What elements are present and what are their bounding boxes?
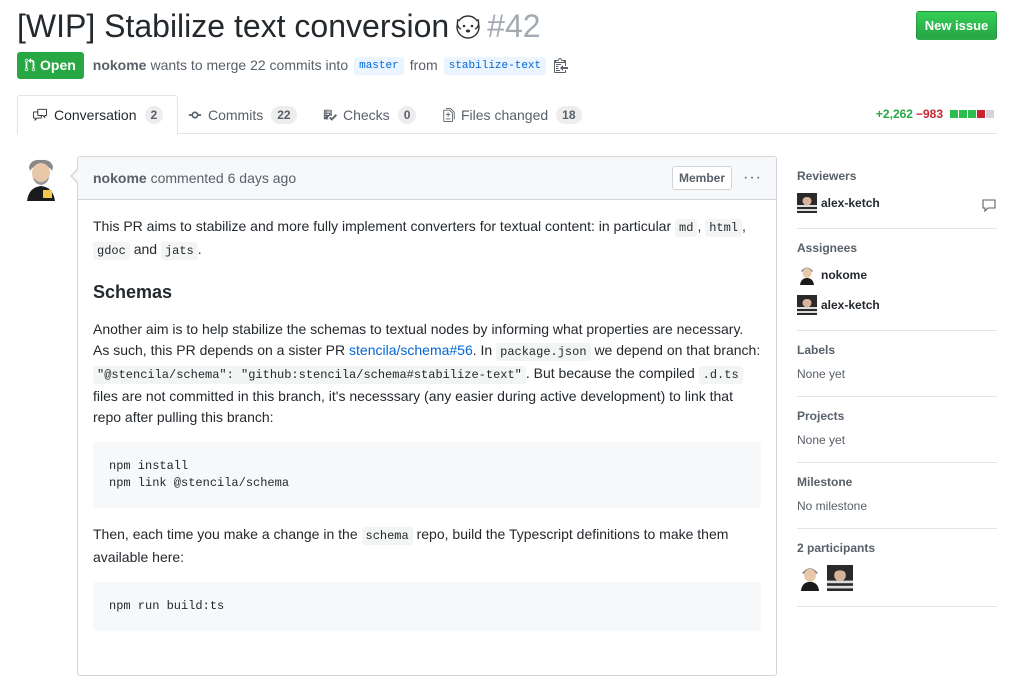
inline-code: schema [361, 527, 413, 545]
tab-counter: 2 [144, 106, 164, 124]
tab-label: Checks [343, 106, 390, 123]
file-diff-icon [443, 107, 455, 122]
diffstat: +2,262 −983 [876, 107, 994, 121]
code-block-build: npm run build:ts [93, 582, 761, 631]
participants-section: 2 participants [797, 529, 997, 607]
comment-icon [981, 197, 997, 216]
state-label: Open [40, 57, 76, 73]
tab-counter: 22 [271, 105, 297, 124]
merge-text: wants to merge 22 commits into [150, 57, 349, 73]
reviewers-section: Reviewers alex-ketch [797, 157, 997, 229]
labels-section: Labels None yet [797, 331, 997, 397]
git-commit-icon [188, 111, 202, 118]
assignees-title[interactable]: Assignees [797, 241, 997, 255]
milestone-title[interactable]: Milestone [797, 475, 997, 489]
pr-header: [WIP] Stabilize text conversion #42 New i… [17, 4, 997, 48]
text: , [697, 218, 702, 234]
text: . But because the compiled [525, 365, 695, 381]
base-branch[interactable]: master [354, 57, 404, 75]
schema-pr-link[interactable]: stencila/schema#56 [349, 342, 473, 358]
pr-tabs: Conversation 2 Commits 22 Checks 0 Files… [17, 95, 997, 135]
assignee-item[interactable]: nokome [797, 265, 997, 285]
text: Then, each time you make a change in the [93, 526, 358, 542]
assignee-item[interactable]: alex-ketch [797, 295, 997, 315]
text: . In [472, 342, 493, 358]
tab-label: Files changed [461, 106, 549, 123]
checklist-icon [323, 109, 337, 121]
inline-code: package.json [496, 343, 591, 361]
avatar [797, 265, 817, 285]
tab-counter: 0 [397, 105, 417, 124]
assignee-name: nokome [821, 268, 868, 282]
tab-commits[interactable]: Commits 22 [174, 95, 311, 134]
text: . [197, 241, 202, 257]
projects-value: None yet [797, 433, 846, 447]
head-branch[interactable]: stabilize-text [443, 57, 547, 75]
author-link[interactable]: nokome [93, 57, 147, 73]
participants-title: 2 participants [797, 541, 876, 555]
assignee-name: alex-ketch [821, 298, 880, 312]
member-badge: Member [671, 166, 732, 190]
clipboard-icon[interactable] [554, 57, 569, 76]
git-pull-request-icon [24, 58, 36, 72]
inline-code: .d.ts [698, 366, 743, 384]
text: This PR aims to stabilize and more fully… [93, 218, 672, 234]
projects-title[interactable]: Projects [797, 409, 997, 423]
pr-title-text: [WIP] Stabilize text conversion [17, 8, 450, 44]
comment-author-avatar[interactable] [21, 157, 61, 201]
dog-face-emoji-icon [453, 8, 483, 39]
avatar [797, 295, 817, 315]
comment-body: This PR aims to stabilize and more fully… [78, 200, 776, 631]
inline-code: gdoc [93, 242, 130, 260]
additions-count: +2,262 [875, 107, 913, 121]
tab-label: Conversation [54, 107, 137, 123]
more-options-icon[interactable]: ··· [743, 157, 762, 199]
inline-code: "@stencila/schema": "github:stencila/sch… [93, 366, 526, 384]
code-block-install: npm install npm link @stencila/schema [93, 442, 761, 508]
comment-header: nokome commented 6 days ago Member ··· [78, 157, 776, 200]
schemas-heading: Schemas [93, 282, 173, 302]
comment-box: nokome commented 6 days ago Member ··· T… [70, 156, 777, 676]
labels-value: None yet [797, 367, 846, 381]
comment-timestamp[interactable]: commented 6 days ago [151, 170, 297, 186]
participant-avatar[interactable] [827, 565, 853, 591]
avatar [797, 193, 817, 213]
state-badge: Open [17, 51, 84, 79]
tab-counter: 18 [556, 105, 582, 124]
assignees-section: Assignees nokome alex-ketch [797, 229, 997, 331]
from-text: from [409, 57, 438, 73]
paragraph-build: Then, each time you make a change in the… [93, 524, 761, 568]
milestone-value: No milestone [797, 499, 868, 513]
comment-author[interactable]: nokome [93, 170, 147, 186]
comment-discussion-icon [33, 108, 47, 122]
inline-code: md [675, 219, 698, 237]
new-issue-button[interactable]: New issue [916, 11, 997, 40]
sidebar: Reviewers alex-ketch Assignees nokome al… [797, 157, 997, 607]
tab-conversation[interactable]: Conversation 2 [17, 95, 179, 135]
text: we depend on that branch: [594, 342, 761, 358]
participant-avatar[interactable] [797, 565, 823, 591]
tab-label: Commits [208, 106, 264, 123]
reviewer-name: alex-ketch [821, 196, 880, 210]
projects-section: Projects None yet [797, 397, 997, 463]
labels-title[interactable]: Labels [797, 343, 997, 357]
tab-checks[interactable]: Checks 0 [309, 95, 430, 134]
paragraph-intro: This PR aims to stabilize and more fully… [93, 216, 761, 262]
pr-meta: Open nokome wants to merge 22 commits in… [17, 51, 569, 79]
text: files are not committed in this branch, … [93, 388, 733, 425]
reviewer-item[interactable]: alex-ketch [797, 193, 997, 213]
deletions-count: −983 [915, 107, 943, 121]
reviewers-title[interactable]: Reviewers [797, 169, 997, 183]
text: , [742, 218, 746, 234]
text: and [133, 241, 158, 257]
diffstat-blocks [950, 110, 994, 118]
tab-files-changed[interactable]: Files changed 18 [429, 95, 596, 134]
paragraph-schemas: Another aim is to help stabilize the sch… [93, 319, 761, 428]
pr-number: #42 [487, 8, 541, 44]
milestone-section: Milestone No milestone [797, 463, 997, 529]
participants-list [797, 565, 997, 591]
pr-title: [WIP] Stabilize text conversion #42 [17, 4, 541, 48]
inline-code: jats [160, 242, 198, 260]
inline-code: html [705, 219, 743, 237]
